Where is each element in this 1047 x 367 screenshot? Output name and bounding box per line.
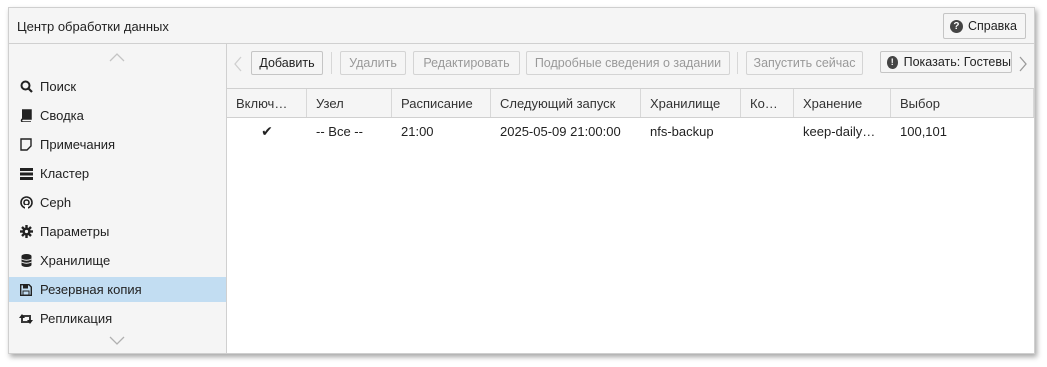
- toolbar-separator: [331, 52, 332, 74]
- cell-comment: [741, 118, 794, 145]
- sidebar-item-storage[interactable]: Хранилище: [9, 248, 226, 273]
- retweet-icon: [19, 312, 33, 326]
- page-title: Центр обработки данных: [17, 19, 169, 34]
- run-now-button[interactable]: Запустить сейчас: [746, 51, 863, 75]
- gear-icon: [19, 225, 33, 239]
- sidebar-item-cluster[interactable]: Кластер: [9, 161, 226, 186]
- sidebar: Поиск Сводка Примечания Кластер Ceph Пар…: [9, 44, 227, 353]
- column-header-selection[interactable]: Выбор: [891, 89, 1034, 117]
- grid-header: Включ… Узел Расписание Следующий запуск …: [227, 89, 1034, 118]
- ceph-icon: [19, 196, 33, 210]
- column-header-comment[interactable]: Ко…: [741, 89, 794, 117]
- toolbar-separator: [737, 52, 738, 74]
- toolbar-scroll-left-icon[interactable]: [233, 56, 243, 72]
- sidebar-item-backup[interactable]: Резервная копия: [9, 277, 226, 302]
- column-header-storage[interactable]: Хранилище: [641, 89, 741, 117]
- sidebar-item-label: Примечания: [40, 137, 116, 152]
- sidebar-item-label: Кластер: [40, 166, 90, 181]
- exclamation-circle-icon: !: [887, 55, 898, 69]
- sidebar-item-options[interactable]: Параметры: [9, 219, 226, 244]
- sidebar-item-search[interactable]: Поиск: [9, 74, 226, 99]
- sidebar-item-label: Резервная копия: [40, 282, 142, 297]
- scroll-down-chevron-icon[interactable]: [109, 336, 125, 346]
- question-circle-icon: ?: [949, 19, 963, 33]
- show-guests-label: Показать: Гостевы: [903, 55, 1011, 69]
- sidebar-item-summary[interactable]: Сводка: [9, 103, 226, 128]
- column-header-next-run[interactable]: Следующий запуск: [491, 89, 641, 117]
- datacenter-window: Центр обработки данных ? Справка Поиск С…: [8, 7, 1035, 354]
- sidebar-item-label: Хранилище: [40, 253, 111, 268]
- job-details-button[interactable]: Подробные сведения о задании: [526, 51, 730, 75]
- help-button[interactable]: ? Справка: [942, 13, 1026, 39]
- help-button-label: Справка: [967, 19, 1017, 33]
- sidebar-item-replication[interactable]: Репликация: [9, 306, 226, 331]
- toolbar-scroll-right-icon[interactable]: [1018, 56, 1028, 72]
- column-header-schedule[interactable]: Расписание: [392, 89, 491, 117]
- note-icon: [19, 138, 33, 152]
- search-icon: [19, 80, 33, 94]
- grid-empty-area: [227, 145, 1034, 353]
- cell-storage: nfs-backup: [650, 124, 714, 139]
- server-icon: [19, 167, 33, 181]
- database-icon: [19, 254, 33, 268]
- column-header-retention[interactable]: Хранение: [794, 89, 891, 117]
- scroll-up-chevron-icon[interactable]: [109, 52, 125, 62]
- sidebar-item-label: Ceph: [40, 195, 72, 210]
- sidebar-item-label: Параметры: [40, 224, 110, 239]
- sidebar-item-label: Репликация: [40, 311, 113, 326]
- table-row[interactable]: ✔ -- Все -- 21:00 2025-05-09 21:00:00 nf…: [227, 118, 1034, 146]
- column-header-enabled[interactable]: Включ…: [227, 89, 307, 117]
- sidebar-item-label: Сводка: [40, 108, 84, 123]
- book-icon: [19, 109, 33, 123]
- toolbar: Добавить Удалить Редактировать Подробные…: [227, 44, 1034, 89]
- sidebar-item-label: Поиск: [40, 79, 77, 94]
- remove-button[interactable]: Удалить: [340, 51, 406, 75]
- show-guests-button[interactable]: ! Показать: Гостевы: [880, 51, 1012, 73]
- enabled-check-icon: ✔: [261, 123, 273, 139]
- add-button[interactable]: Добавить: [251, 51, 323, 75]
- edit-button[interactable]: Редактировать: [413, 51, 520, 75]
- title-bar: Центр обработки данных ? Справка: [9, 8, 1034, 44]
- cell-schedule: 21:00: [401, 124, 434, 139]
- cell-retention: keep-daily…: [803, 124, 876, 139]
- cell-selection: 100,101: [900, 124, 947, 139]
- sidebar-item-notes[interactable]: Примечания: [9, 132, 226, 157]
- cell-node: -- Все --: [316, 124, 363, 139]
- cell-next-run: 2025-05-09 21:00:00: [500, 124, 621, 139]
- column-header-node[interactable]: Узел: [307, 89, 392, 117]
- floppy-icon: [19, 283, 33, 297]
- sidebar-item-ceph[interactable]: Ceph: [9, 190, 226, 215]
